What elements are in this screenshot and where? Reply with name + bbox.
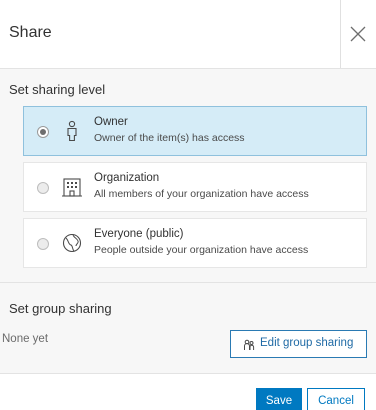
radio-organization[interactable]	[37, 182, 49, 194]
close-icon	[350, 26, 366, 42]
person-icon	[67, 120, 77, 142]
radio-everyone[interactable]	[37, 238, 49, 250]
dialog-body: Set sharing level Owner Owner of the ite…	[0, 68, 376, 374]
option-organization[interactable]: Organization All members of your organiz…	[23, 162, 367, 212]
dialog-title: Share	[9, 24, 52, 41]
option-owner[interactable]: Owner Owner of the item(s) has access	[23, 106, 367, 156]
radio-owner[interactable]	[37, 126, 49, 138]
group-sharing-status: None yet	[2, 333, 49, 345]
edit-group-sharing-label: Edit group sharing	[260, 337, 354, 349]
option-everyone-title: Everyone (public)	[94, 228, 184, 240]
option-everyone[interactable]: Everyone (public) People outside your or…	[23, 218, 367, 268]
group-icon	[244, 339, 255, 350]
option-owner-title: Owner	[94, 116, 128, 128]
option-owner-description: Owner of the item(s) has access	[94, 132, 245, 144]
edit-group-sharing-button[interactable]: Edit group sharing	[230, 330, 367, 358]
sharing-level-heading: Set sharing level	[9, 82, 106, 97]
dialog-header: Share	[0, 0, 376, 68]
globe-icon	[62, 233, 82, 253]
organization-icon	[62, 178, 82, 197]
group-sharing-heading: Set group sharing	[9, 301, 112, 316]
option-organization-title: Organization	[94, 172, 160, 184]
close-button[interactable]	[340, 0, 376, 68]
share-dialog: Share Set sharing level Owner Owner of t…	[0, 0, 376, 410]
section-divider	[0, 282, 376, 283]
option-everyone-description: People outside your organization have ac…	[94, 244, 309, 256]
cancel-button[interactable]: Cancel	[307, 388, 365, 410]
save-button[interactable]: Save	[256, 388, 302, 410]
option-organization-description: All members of your organization have ac…	[94, 188, 309, 200]
